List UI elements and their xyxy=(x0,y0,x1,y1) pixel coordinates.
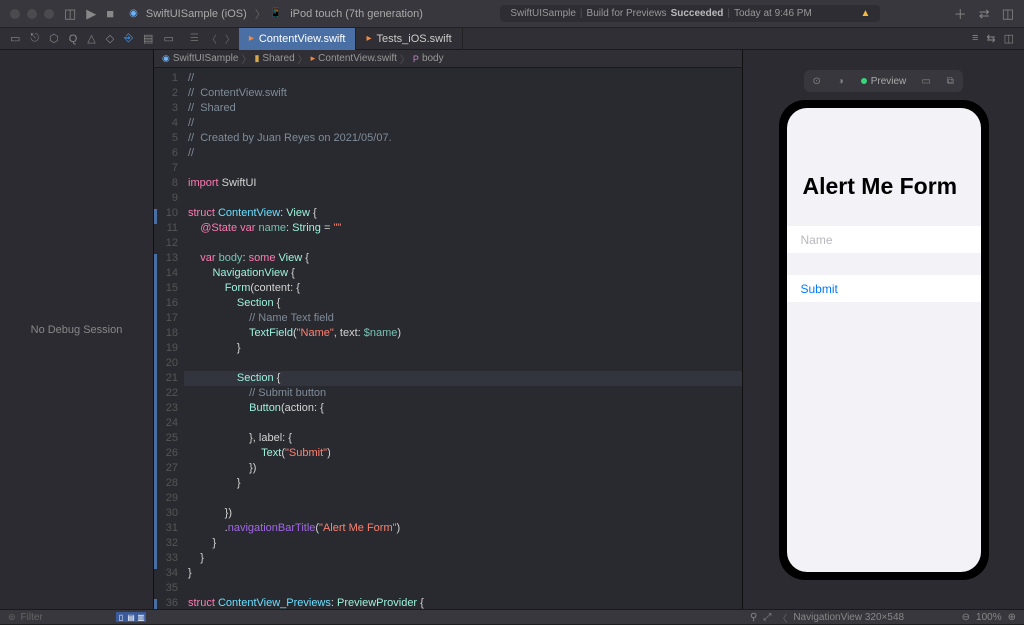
back-icon[interactable]: 〈 xyxy=(203,31,221,46)
no-debug-message: No Debug Session xyxy=(31,324,123,336)
source-editor: ◉ SwiftUISample 〉 ▮ Shared 〉 ▸ ContentVi… xyxy=(154,50,742,609)
bottom-bar: ⊚ Filter ▯▤▥ ⚲ ⤢ 〈 NavigationView 320×54… xyxy=(0,609,1024,624)
status-result: Succeeded xyxy=(671,8,724,19)
device-frame: Alert Me Form Name Submit xyxy=(779,100,989,580)
preview-info: NavigationView 320×548 xyxy=(793,612,904,623)
duplicate-preview-icon[interactable]: ⧉ xyxy=(941,72,959,90)
nav-source-icon[interactable]: ⎋ xyxy=(30,32,39,45)
swift-file-icon: ▸ xyxy=(311,53,316,64)
tab-label: ContentView.swift xyxy=(259,33,346,45)
add-icon[interactable]: ＋ xyxy=(954,4,967,23)
status-time: Today at 9:46 PM xyxy=(734,8,812,19)
scheme-target: SwiftUISample (iOS) xyxy=(142,6,251,22)
name-textfield[interactable]: Name xyxy=(787,226,981,253)
zoom-out-icon[interactable]: ⊖ xyxy=(962,612,970,623)
preview-controls: ⊙ ◑ Preview ▭ ⧉ xyxy=(804,70,964,92)
nav-project-icon[interactable]: ▭ xyxy=(10,32,20,45)
zoom-fit-icon[interactable]: ⤢ xyxy=(763,612,771,623)
swift-file-icon: ▸ xyxy=(249,33,254,44)
code-lines[interactable]: //// ContentView.swift// Shared//// Crea… xyxy=(184,71,742,609)
warning-icon[interactable]: ▲ xyxy=(860,8,870,19)
close-window[interactable] xyxy=(10,9,20,19)
minimize-window[interactable] xyxy=(27,9,37,19)
stop-button[interactable]: ■ xyxy=(106,6,114,21)
device-icon: 📱 xyxy=(270,8,282,19)
forward-icon[interactable]: 〉 xyxy=(221,31,239,46)
filter-field[interactable]: Filter xyxy=(21,612,43,623)
nav-breakpoint-icon[interactable]: ▤ xyxy=(143,32,153,45)
canvas-preview: ⊙ ◑ Preview ▭ ⧉ Alert Me Form Name xyxy=(742,50,1024,609)
app-icon: ◉ xyxy=(129,8,138,19)
tab-contentview[interactable]: ▸ ContentView.swift xyxy=(239,28,357,50)
nav-title: Alert Me Form xyxy=(787,163,981,208)
device-settings-icon[interactable]: ▭ xyxy=(917,72,935,90)
activity-status[interactable]: SwiftUISample | Build for Previews Succe… xyxy=(500,5,880,22)
code-area[interactable]: 1234567891011121314151617181920212223242… xyxy=(154,68,742,609)
inspector-toggle-icon[interactable]: ◫ xyxy=(1002,6,1014,22)
nav-symbol-icon[interactable]: ⬡ xyxy=(49,32,59,45)
editor-path-bar[interactable]: ◉ SwiftUISample 〉 ▮ Shared 〉 ▸ ContentVi… xyxy=(154,50,742,68)
nav-issue-icon[interactable]: △ xyxy=(87,32,95,45)
status-project: SwiftUISample xyxy=(510,8,576,19)
folder-icon: ▮ xyxy=(254,53,259,64)
zoom-window[interactable] xyxy=(44,9,54,19)
nav-debug-icon[interactable]: ⎆ xyxy=(124,32,133,45)
project-icon: ◉ xyxy=(162,53,170,64)
scheme-device: iPod touch (7th generation) xyxy=(286,6,427,22)
nav-report-icon[interactable]: ▭ xyxy=(163,32,173,45)
nav-find-icon[interactable]: Q xyxy=(69,33,78,45)
run-button[interactable]: ▶ xyxy=(86,6,96,22)
adjust-icon[interactable]: ⇆ xyxy=(986,32,995,45)
filter-icon[interactable]: ⊚ xyxy=(8,612,16,623)
tab-tests[interactable]: ▸ Tests_iOS.swift xyxy=(356,28,462,50)
editor-options-icon[interactable]: ≡ xyxy=(972,32,978,45)
debug-navigator: No Debug Session xyxy=(0,50,154,609)
add-editor-icon[interactable]: ◫ xyxy=(1004,32,1014,45)
status-action: Build for Previews xyxy=(587,8,667,19)
zoom-in-icon[interactable]: ⊕ xyxy=(1008,612,1016,623)
zoom-level[interactable]: 100% xyxy=(976,612,1002,623)
preview-action-icon[interactable]: ⊙ xyxy=(808,72,826,90)
line-gutter: 1234567891011121314151617181920212223242… xyxy=(154,71,184,609)
related-items-icon[interactable]: ☰ xyxy=(186,33,203,44)
property-icon: P xyxy=(413,54,419,64)
navigator-tab-bar: ▭ ⎋ ⬡ Q △ ◇ ⎆ ▤ ▭ ☰ 〈 〉 ▸ ContentView.sw… xyxy=(0,28,1024,50)
library-icon[interactable]: ⇄ xyxy=(979,6,990,22)
tab-label: Tests_iOS.swift xyxy=(377,33,452,45)
scheme-selector[interactable]: ◉ SwiftUISample (iOS) 〉 📱 iPod touch (7t… xyxy=(129,6,427,22)
swift-file-icon: ▸ xyxy=(366,33,371,44)
pin-icon[interactable]: ⚲ xyxy=(750,612,757,623)
titlebar: ◫ ▶ ■ ◉ SwiftUISample (iOS) 〉 📱 iPod tou… xyxy=(0,0,1024,28)
submit-button[interactable]: Submit xyxy=(787,275,981,302)
preview-debug-icon[interactable]: ◑ xyxy=(832,72,850,90)
live-led-icon xyxy=(861,78,867,84)
live-preview-toggle[interactable]: Preview xyxy=(856,76,912,87)
device-screen[interactable]: Alert Me Form Name Submit xyxy=(787,108,981,572)
nav-test-icon[interactable]: ◇ xyxy=(106,32,114,45)
sidebar-toggle-icon[interactable]: ◫ xyxy=(64,6,76,22)
scope-buttons[interactable]: ▯▤▥ xyxy=(116,612,146,622)
window-controls xyxy=(10,9,54,19)
